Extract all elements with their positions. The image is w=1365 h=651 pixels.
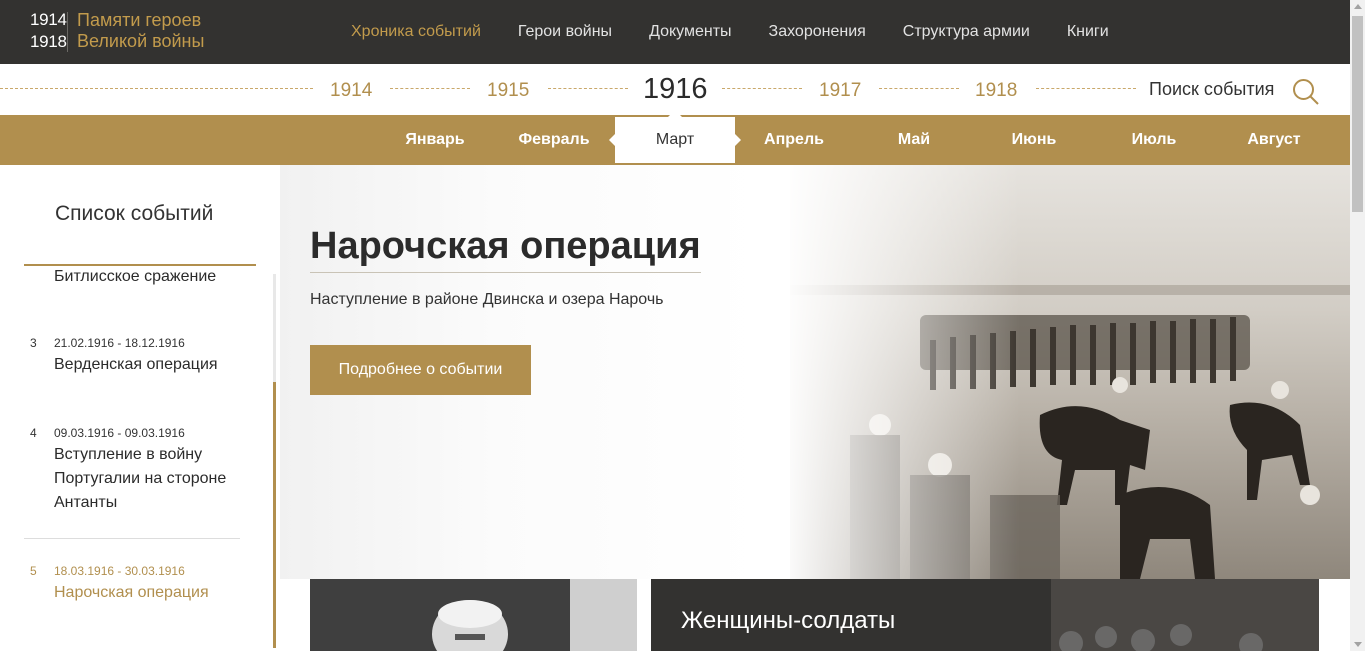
event-title-heading: Нарочская операция — [310, 225, 701, 273]
main-nav: Хроника событий Герои войны Документы За… — [351, 0, 1146, 64]
event-title: Нарочская операция — [54, 584, 209, 601]
month-tab-active[interactable]: Март — [609, 110, 741, 163]
event-number: 5 — [30, 564, 37, 578]
month-tab[interactable]: Февраль — [494, 115, 614, 165]
year-1917[interactable]: 1917 — [819, 80, 861, 102]
event-title: Вступление в войну Португалии на стороне… — [54, 446, 227, 511]
month-tab[interactable]: Август — [1214, 115, 1334, 165]
year-1914[interactable]: 1914 — [330, 80, 372, 102]
nav-army-structure[interactable]: Структура армии — [903, 23, 1030, 41]
timeline-dots — [722, 88, 802, 89]
month-bar: Январь Февраль Март Апрель Май Июнь Июль… — [0, 110, 1350, 165]
year-timeline: 1914 1915 1916 1917 1918 Поиск события — [0, 64, 1350, 115]
nav-documents[interactable]: Документы — [649, 23, 731, 41]
nav-books[interactable]: Книги — [1067, 23, 1109, 41]
event-details-button[interactable]: Подробнее о событии — [310, 345, 531, 395]
logo-divider — [67, 12, 68, 52]
nav-heroes[interactable]: Герои войны — [518, 23, 612, 41]
year-1918[interactable]: 1918 — [975, 80, 1017, 102]
portrait-photo — [310, 579, 637, 651]
events-sidebar: Список событий Битлисское сражение 3 21.… — [0, 165, 280, 651]
timeline-dots — [879, 88, 959, 89]
portrait-card[interactable] — [310, 579, 637, 651]
timeline-dots — [1036, 88, 1136, 89]
card-title: Женщины-солдаты — [681, 607, 896, 634]
event-title: Верденская операция — [54, 356, 218, 373]
event-hero: Нарочская операция Наступление в районе … — [280, 165, 1350, 579]
page-scrollbar[interactable] — [1350, 0, 1365, 651]
event-separator — [24, 538, 240, 539]
month-tab-label: Март — [655, 131, 695, 148]
event-search-label[interactable]: Поиск события — [1149, 79, 1274, 100]
month-tab[interactable]: Июль — [1094, 115, 1214, 165]
month-tab[interactable]: Май — [854, 115, 974, 165]
event-date: 21.02.1916 - 18.12.1916 — [54, 336, 185, 350]
month-tab[interactable]: Апрель — [734, 115, 854, 165]
event-date: 18.03.1916 - 30.03.1916 — [54, 564, 185, 578]
logo-year-end: 1918 — [30, 32, 67, 51]
year-current[interactable]: 1916 — [643, 73, 708, 106]
page-scroll-thumb[interactable] — [1352, 16, 1363, 212]
year-1915[interactable]: 1915 — [487, 80, 529, 102]
active-month-left-arrow — [609, 134, 615, 146]
logo-title-line2: Великой войны — [77, 31, 205, 51]
women-soldiers-card[interactable]: Женщины-солдаты — [651, 579, 1319, 651]
month-tab[interactable]: Июнь — [974, 115, 1094, 165]
sidebar-title: Список событий — [55, 202, 214, 225]
timeline-dots — [0, 88, 313, 89]
month-tab[interactable]: Январь — [375, 115, 495, 165]
logo-title[interactable]: Памяти героев Великой войны — [77, 10, 204, 52]
scroll-down-arrow-icon[interactable] — [1354, 642, 1362, 647]
event-number: 3 — [30, 336, 37, 350]
top-header: 1914 1918 Памяти героев Великой войны Хр… — [0, 0, 1350, 64]
nav-burials[interactable]: Захоронения — [769, 23, 866, 41]
logo-years[interactable]: 1914 1918 — [30, 9, 67, 53]
scroll-up-arrow-icon[interactable] — [1354, 4, 1362, 9]
sidebar-scroll-thumb[interactable] — [273, 382, 276, 648]
nav-chronicle[interactable]: Хроника событий — [351, 23, 481, 41]
event-subtitle: Наступление в районе Двинска и озера Нар… — [310, 291, 664, 308]
event-title: Битлисское сражение — [54, 268, 217, 285]
search-icon[interactable] — [1292, 78, 1320, 106]
timeline-dots — [548, 88, 628, 89]
event-number: 4 — [30, 426, 37, 440]
event-date: 09.03.1916 - 09.03.1916 — [54, 426, 185, 440]
hero-photo-fade — [780, 165, 1020, 579]
timeline-dots — [390, 88, 470, 89]
logo-year-start: 1914 — [30, 10, 67, 29]
logo-title-line1: Памяти героев — [77, 10, 202, 30]
